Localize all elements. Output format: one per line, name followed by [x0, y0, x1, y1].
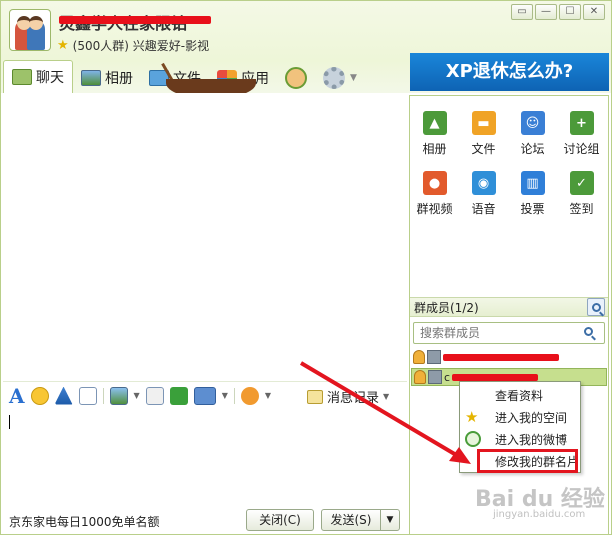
avatar — [428, 370, 442, 384]
app-checkin[interactable]: ✓ 签到 — [557, 171, 606, 217]
chevron-down-icon[interactable]: ▼ — [222, 391, 228, 400]
chat-bubble-icon — [12, 69, 32, 85]
app-vote[interactable]: ▥ 投票 — [508, 171, 557, 217]
folder-icon: ▬ — [471, 111, 496, 135]
tab-album-label: 相册 — [105, 71, 133, 87]
app-vote-label: 投票 — [520, 202, 545, 216]
qq-group-chat-window: 灵鑫学人在家限钻 ★ (500人群) 兴趣爱好-影视 ▭ — ☐ ✕ 聊天 相册… — [0, 0, 612, 535]
gift-icon[interactable] — [240, 386, 259, 405]
send-options-button[interactable]: ▼ — [380, 509, 400, 531]
chevron-down-icon[interactable]: ▼ — [134, 391, 140, 400]
skin-button[interactable]: ▭ — [511, 4, 533, 20]
app-discussion[interactable]: + 讨论组 — [557, 111, 606, 157]
message-log-button[interactable]: 消息记录 ▼ — [307, 387, 389, 406]
app-checkin-label: 签到 — [569, 202, 594, 216]
add-user-icon — [285, 67, 307, 89]
message-log-label: 消息记录 — [327, 391, 380, 406]
voice-icon: ◉ — [471, 171, 496, 195]
redaction-bar — [443, 353, 559, 361]
window-controls: ▭ — ☐ ✕ — [511, 4, 605, 20]
app-files-label: 文件 — [471, 142, 496, 156]
menu-item-my-weibo[interactable]: 进入我的微博 — [460, 428, 580, 450]
avatar — [427, 350, 441, 364]
app-album-label: 相册 — [422, 142, 447, 156]
invite-member-button[interactable] — [277, 63, 315, 93]
app-video[interactable]: ● 群视频 — [410, 171, 459, 217]
group-apps-grid: ▲ 相册 ▬ 文件 ☺ 论坛 + 讨论组 ● 群视频 ◉ 语音 ▥ 投票 ✓ 签 — [410, 111, 608, 217]
message-input[interactable] — [3, 409, 407, 505]
ad-link[interactable]: 京东家电每日1000免单名额 — [9, 513, 160, 530]
app-discussion-label: 讨论组 — [563, 142, 600, 156]
weibo-icon — [465, 431, 481, 447]
menu-item-view-profile[interactable]: 查看资料 — [460, 384, 580, 406]
member-name-prefix: c — [444, 370, 451, 384]
tab-album[interactable]: 相册 — [73, 63, 141, 93]
toolbar-divider — [233, 387, 235, 404]
note-icon[interactable] — [145, 386, 164, 405]
settings-button[interactable]: ▼ — [315, 63, 365, 93]
member-row[interactable] — [411, 348, 607, 366]
app-album[interactable]: ▲ 相册 — [410, 111, 459, 157]
checkmark-icon: ✓ — [569, 171, 594, 195]
tab-chat-label: 聊天 — [36, 70, 64, 86]
app-forum[interactable]: ☺ 论坛 — [508, 111, 557, 157]
redaction-bar — [59, 16, 211, 24]
chevron-down-icon: ▼ — [383, 392, 390, 401]
album-icon: ▲ — [422, 111, 447, 135]
star-icon: ★ — [57, 38, 69, 53]
window-shake-icon[interactable] — [54, 386, 73, 405]
message-log-icon — [307, 389, 323, 404]
app-video-label: 群视频 — [416, 202, 453, 216]
app-files[interactable]: ▬ 文件 — [459, 111, 508, 157]
annotation-highlight-box — [477, 449, 578, 473]
send-image-icon[interactable] — [109, 386, 128, 405]
app-voice-label: 语音 — [471, 202, 496, 216]
photo-icon — [81, 70, 101, 86]
app-forum-label: 论坛 — [520, 142, 545, 156]
tab-chat[interactable]: 聊天 — [3, 60, 73, 93]
watermark-sub: jingyan.baidu.com — [493, 509, 586, 520]
search-icon — [591, 302, 601, 312]
chevron-down-icon[interactable]: ▼ — [265, 391, 271, 400]
minimize-button[interactable]: — — [535, 4, 557, 20]
search-icon[interactable] — [584, 327, 593, 336]
app-voice[interactable]: ◉ 语音 — [459, 171, 508, 217]
gear-icon — [323, 67, 345, 89]
group-avatar[interactable] — [9, 9, 51, 51]
close-window-button[interactable]: ✕ — [583, 4, 605, 20]
menu-item-my-space[interactable]: ★ 进入我的空间 — [460, 406, 580, 428]
maximize-button[interactable]: ☐ — [559, 4, 581, 20]
member-role-icon — [413, 350, 425, 364]
ad-banner[interactable]: XP退休怎么办? — [410, 53, 609, 91]
handwriting-icon[interactable] — [78, 386, 97, 405]
star-icon: ★ — [465, 408, 479, 426]
redaction-bar — [452, 373, 539, 381]
group-info: ★ (500人群) 兴趣爱好-影视 — [57, 37, 209, 54]
send-button[interactable]: 发送(S) — [321, 509, 381, 531]
menu-item-label: 进入我的空间 — [495, 410, 568, 425]
group-info-text: (500人群) 兴趣爱好-影视 — [72, 39, 210, 53]
members-header: 群成员(1/2) — [410, 297, 608, 317]
emoji-icon[interactable] — [30, 386, 49, 405]
menu-item-label: 查看资料 — [495, 388, 544, 403]
toolbar-divider — [102, 387, 104, 404]
music-icon[interactable] — [169, 386, 188, 405]
bar-chart-icon: ▥ — [520, 171, 545, 195]
discussion-icon: + — [569, 111, 594, 135]
text-caret — [9, 415, 10, 429]
member-search-toggle[interactable] — [587, 298, 605, 316]
screenshot-icon[interactable] — [193, 386, 216, 405]
chevron-down-icon: ▼ — [350, 73, 357, 83]
forum-icon: ☺ — [520, 111, 545, 135]
member-search-input[interactable] — [413, 322, 605, 344]
chat-message-area[interactable] — [3, 93, 407, 379]
video-camera-icon: ● — [422, 171, 447, 195]
menu-item-label: 进入我的微博 — [495, 432, 568, 447]
members-count: 群成员(1/2) — [414, 300, 479, 315]
font-button[interactable]: A — [9, 384, 25, 408]
member-role-icon — [414, 370, 426, 384]
close-button[interactable]: 关闭(C) — [246, 509, 314, 531]
